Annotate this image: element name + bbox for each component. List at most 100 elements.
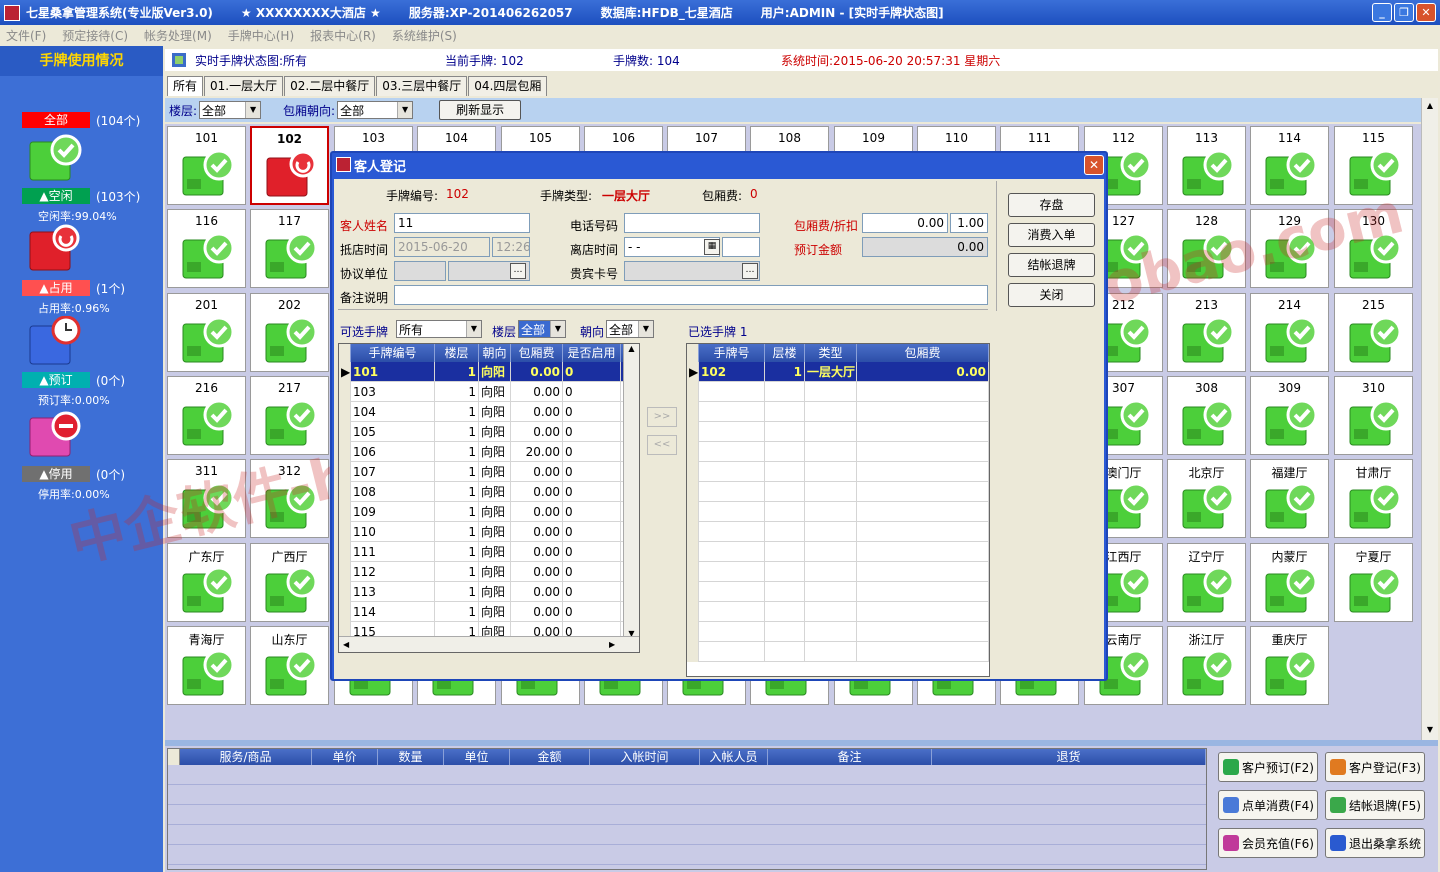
table-row[interactable] xyxy=(168,785,1206,805)
card-tile[interactable]: 310 xyxy=(1334,376,1413,455)
tab-floor-4[interactable]: 04.四层包厢 xyxy=(468,76,548,96)
table-row[interactable] xyxy=(687,502,989,522)
customer-reserve-button[interactable]: 客户预订(F2) xyxy=(1218,752,1318,782)
card-tile[interactable]: 宁夏厅 xyxy=(1334,543,1413,622)
scroll-up-icon[interactable]: ▲ xyxy=(1422,98,1438,114)
card-tile[interactable]: 115 xyxy=(1334,126,1413,205)
table-row[interactable] xyxy=(687,602,989,622)
table-row[interactable]: 105 1 向阳 0.00 0 xyxy=(339,422,625,442)
scroll-up-icon[interactable]: ▲ xyxy=(624,344,639,353)
table-row[interactable] xyxy=(687,582,989,602)
table-row[interactable] xyxy=(687,542,989,562)
tab-floor-1[interactable]: 01.一层大厅 xyxy=(204,76,284,96)
card-tile[interactable]: 311 xyxy=(167,459,246,538)
card-tile[interactable]: 山东厅 xyxy=(250,626,329,705)
available-grid-hscroll[interactable]: ◀ ▶ xyxy=(339,636,639,652)
orientation-select[interactable]: 全部 ▼ xyxy=(337,101,414,119)
table-row[interactable]: ▶ 102 1 一层大厅 0.00 xyxy=(687,362,989,382)
move-right-button[interactable]: >> xyxy=(647,407,677,427)
menu-reservation[interactable]: 预定接待(C) xyxy=(62,27,128,44)
card-tile[interactable]: 116 xyxy=(167,209,246,288)
menu-system[interactable]: 系统维护(S) xyxy=(392,27,457,44)
refresh-button[interactable]: 刷新显示 xyxy=(439,100,522,120)
member-recharge-button[interactable]: 会员充值(F6) xyxy=(1218,828,1318,858)
card-tile[interactable]: 308 xyxy=(1167,376,1246,455)
occupied-card-icon[interactable] xyxy=(28,224,82,274)
card-tile[interactable]: 129 xyxy=(1250,209,1329,288)
vip-lookup-icon[interactable]: … xyxy=(742,263,758,279)
card-tile[interactable]: 青海厅 xyxy=(167,626,246,705)
floor-select[interactable]: 全部 ▼ xyxy=(199,101,262,119)
available-grid-column-header[interactable]: 手牌编号 xyxy=(351,344,435,362)
stopped-card-icon[interactable] xyxy=(28,410,82,460)
table-row[interactable] xyxy=(687,482,989,502)
table-row[interactable]: 113 1 向阳 0.00 0 xyxy=(339,582,625,602)
table-row[interactable] xyxy=(168,845,1206,865)
table-row[interactable] xyxy=(687,382,989,402)
fee-input[interactable]: 0.00 xyxy=(862,213,948,233)
card-tile[interactable]: 128 xyxy=(1167,209,1246,288)
table-row[interactable] xyxy=(687,402,989,422)
card-tile[interactable]: 117 xyxy=(250,209,329,288)
consume-entry-button[interactable]: 消费入单 xyxy=(1008,223,1095,247)
card-tile[interactable]: 浙江厅 xyxy=(1167,626,1246,705)
table-row[interactable] xyxy=(687,522,989,542)
arrive-time-input[interactable]: 12:26 xyxy=(492,237,530,257)
card-tile[interactable]: 福建厅 xyxy=(1250,459,1329,538)
discount-input[interactable]: 1.00 xyxy=(950,213,988,233)
card-tile[interactable]: 辽宁厅 xyxy=(1167,543,1246,622)
idle-card-icon[interactable] xyxy=(28,134,82,184)
tab-floor-2[interactable]: 02.二层中餐厅 xyxy=(284,76,376,96)
dropdown-arrow-icon[interactable]: ▼ xyxy=(466,321,481,337)
menu-accounts[interactable]: 帐务处理(M) xyxy=(144,27,212,44)
card-tile[interactable]: 215 xyxy=(1334,293,1413,372)
close-button[interactable]: ✕ xyxy=(1416,3,1436,22)
table-row[interactable]: 103 1 向阳 0.00 0 xyxy=(339,382,625,402)
table-row[interactable] xyxy=(687,462,989,482)
card-tile[interactable]: 312 xyxy=(250,459,329,538)
tab-all[interactable]: 所有 xyxy=(167,76,204,96)
scroll-down-icon[interactable]: ▼ xyxy=(1422,722,1438,738)
card-tile[interactable]: 113 xyxy=(1167,126,1246,205)
card-tile[interactable]: 内蒙厅 xyxy=(1250,543,1329,622)
restore-button[interactable]: ❐ xyxy=(1394,3,1414,22)
selected-grid-column-header[interactable]: 包厢费 xyxy=(857,344,989,362)
card-tile[interactable]: 重庆厅 xyxy=(1250,626,1329,705)
customer-checkin-button[interactable]: 客户登记(F3) xyxy=(1325,752,1425,782)
dropdown-arrow-icon[interactable]: ▼ xyxy=(550,321,565,337)
card-tile[interactable]: 214 xyxy=(1250,293,1329,372)
card-tile[interactable]: 广东厅 xyxy=(167,543,246,622)
card-tile[interactable]: 广西厅 xyxy=(250,543,329,622)
card-tile[interactable]: 309 xyxy=(1250,376,1329,455)
dropdown-arrow-icon[interactable]: ▼ xyxy=(397,102,413,118)
save-button[interactable]: 存盘 xyxy=(1008,193,1095,217)
table-row[interactable]: ▶ 101 1 向阳 0.00 0 xyxy=(339,362,625,382)
available-grid-vscroll[interactable]: ▲ ▼ xyxy=(623,344,639,638)
dialog-close-icon[interactable]: ✕ xyxy=(1084,155,1104,175)
order-consume-button[interactable]: 点单消费(F4) xyxy=(1218,790,1318,820)
card-tile[interactable]: 北京厅 xyxy=(1167,459,1246,538)
phone-input[interactable] xyxy=(624,213,760,233)
card-tile[interactable]: 216 xyxy=(167,376,246,455)
card-tile[interactable]: 202 xyxy=(250,293,329,372)
dropdown-arrow-icon[interactable]: ▼ xyxy=(638,321,653,337)
selected-grid-column-header[interactable]: 类型 xyxy=(805,344,857,362)
guest-name-input[interactable]: 11 xyxy=(394,213,530,233)
dialog-close-button[interactable]: 关闭 xyxy=(1008,283,1095,307)
available-grid-column-header[interactable]: 朝向 xyxy=(479,344,511,362)
table-row[interactable]: 109 1 向阳 0.00 0 xyxy=(339,502,625,522)
card-tile[interactable]: 130 xyxy=(1334,209,1413,288)
minimize-button[interactable]: _ xyxy=(1372,3,1392,22)
table-row[interactable] xyxy=(687,422,989,442)
dropdown-arrow-icon[interactable]: ▼ xyxy=(245,102,261,118)
table-row[interactable] xyxy=(168,765,1206,785)
table-row[interactable]: 110 1 向阳 0.00 0 xyxy=(339,522,625,542)
card-tile[interactable]: 213 xyxy=(1167,293,1246,372)
available-grid-column-header[interactable]: 包厢费 xyxy=(511,344,563,362)
selected-grid-column-header[interactable]: 手牌号 xyxy=(699,344,765,362)
vip-input[interactable] xyxy=(624,261,760,281)
table-row[interactable] xyxy=(687,622,989,642)
available-grid-column-header[interactable]: 是否启用 xyxy=(563,344,621,362)
available-grid-column-header[interactable]: 楼层 xyxy=(435,344,479,362)
table-row[interactable] xyxy=(168,825,1206,845)
